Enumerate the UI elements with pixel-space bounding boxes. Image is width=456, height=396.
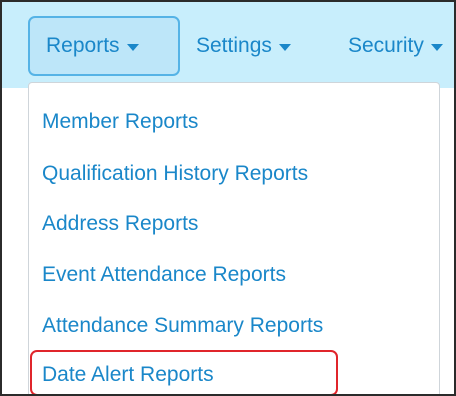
menu-item-attendance-summary-reports[interactable]: Attendance Summary Reports bbox=[42, 314, 323, 338]
nav-settings-label: Settings bbox=[196, 34, 272, 57]
nav-settings-menu[interactable]: Settings bbox=[196, 16, 291, 76]
nav-reports-menu[interactable]: Reports bbox=[28, 16, 180, 76]
highlight-box bbox=[30, 350, 338, 394]
top-navbar: Reports Settings Security bbox=[2, 2, 454, 88]
nav-security-menu[interactable]: Security bbox=[348, 16, 443, 76]
menu-item-address-reports[interactable]: Address Reports bbox=[42, 212, 198, 236]
nav-security-label: Security bbox=[348, 34, 424, 57]
menu-item-member-reports[interactable]: Member Reports bbox=[42, 110, 198, 134]
nav-reports-label: Reports bbox=[46, 34, 120, 57]
caret-down-icon bbox=[430, 43, 443, 51]
caret-down-icon bbox=[278, 43, 291, 51]
caret-down-icon bbox=[126, 43, 139, 51]
menu-item-qualification-history-reports[interactable]: Qualification History Reports bbox=[42, 162, 308, 186]
menu-item-event-attendance-reports[interactable]: Event Attendance Reports bbox=[42, 263, 286, 287]
screenshot-frame: Reports Settings Security Member Reports… bbox=[0, 0, 456, 396]
